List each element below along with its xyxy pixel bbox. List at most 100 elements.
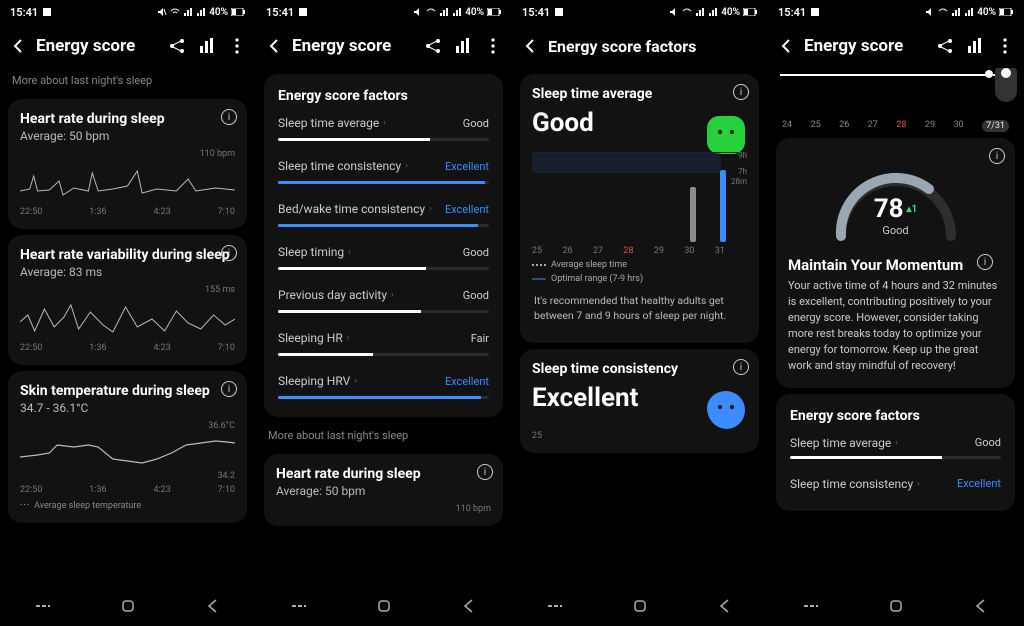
battery-pct: 40% xyxy=(721,7,740,18)
info-button[interactable]: i xyxy=(977,254,993,270)
temp-chart xyxy=(20,433,235,471)
content-scroll[interactable]: 100 242526272829307/31 i 78▴1 Good Maint… xyxy=(768,68,1023,590)
date-tick[interactable]: 29 xyxy=(925,120,935,132)
factor-rating: Excellent xyxy=(957,477,1001,490)
info-button[interactable]: i xyxy=(221,245,237,261)
back-button[interactable] xyxy=(260,36,290,56)
chevron-left-icon xyxy=(265,36,285,56)
date-tick[interactable]: 7/31 xyxy=(982,120,1009,132)
battery-pct: 40% xyxy=(209,7,228,18)
info-button[interactable]: i xyxy=(733,84,749,100)
nav-home[interactable] xyxy=(887,597,905,619)
status-bar: 15:41 40% xyxy=(256,0,511,24)
nav-back[interactable] xyxy=(460,597,478,619)
y-label-7h: 7h xyxy=(738,167,747,176)
date-tick[interactable]: 27 xyxy=(868,120,878,132)
bars-icon xyxy=(965,36,985,56)
signal-icon xyxy=(439,7,449,17)
phone-1: 15:41 40% Energy score More about last n… xyxy=(0,0,256,626)
content-scroll[interactable]: More about last night's sleep Heart rate… xyxy=(0,68,255,590)
factor-row[interactable]: Sleep time average›Good xyxy=(264,108,503,151)
more-button[interactable] xyxy=(227,36,247,56)
factor-row[interactable]: Sleeping HRV›Excellent xyxy=(264,366,503,409)
factor-row[interactable]: Bed/wake time consistency›Excellent xyxy=(264,194,503,237)
nav-recent[interactable] xyxy=(546,597,564,619)
factor-row[interactable]: Sleep timing›Good xyxy=(264,237,503,280)
page-title: Energy score factors xyxy=(548,37,759,56)
score-timeline[interactable]: 100 xyxy=(768,74,1023,114)
more-button[interactable] xyxy=(483,36,503,56)
back-button[interactable] xyxy=(4,36,34,56)
stats-button[interactable] xyxy=(453,36,473,56)
stats-button[interactable] xyxy=(197,36,217,56)
date-tick[interactable]: 28 xyxy=(896,120,906,132)
content-scroll[interactable]: Energy score factors Sleep time average›… xyxy=(256,68,511,590)
back-button[interactable] xyxy=(516,36,546,56)
app-header: Energy score xyxy=(0,24,255,68)
factors-card: Energy score factors Sleep time average›… xyxy=(264,74,503,417)
nav-recent[interactable] xyxy=(802,597,820,619)
factor-row[interactable]: Sleep time consistency›Excellent xyxy=(776,469,1015,501)
signal-icon-2 xyxy=(196,7,206,17)
more-button[interactable] xyxy=(995,36,1015,56)
nav-back[interactable] xyxy=(204,597,222,619)
info-button[interactable]: i xyxy=(477,464,493,480)
nav-back[interactable] xyxy=(972,597,990,619)
app-header: Energy score xyxy=(768,24,1023,68)
score-label: Good xyxy=(821,224,971,237)
battery-icon xyxy=(999,8,1013,16)
back-button[interactable] xyxy=(772,36,802,56)
date-tick[interactable]: 25 xyxy=(811,120,821,132)
factor-name: Sleeping HRV xyxy=(278,374,350,388)
share-icon xyxy=(935,36,955,56)
x-axis: 25262728293031 xyxy=(532,246,747,256)
card-hr-sleep[interactable]: Heart rate during sleep Average: 50 bpm … xyxy=(264,454,503,526)
factor-row[interactable]: Sleep time consistency›Excellent xyxy=(264,151,503,194)
factor-row[interactable]: Sleep time average›Good xyxy=(776,428,1015,469)
card-skin-temp[interactable]: Skin temperature during sleep 34.7 - 36.… xyxy=(8,371,247,523)
factor-rating: Good xyxy=(975,436,1001,449)
factor-row[interactable]: Sleeping HR›Fair xyxy=(264,323,503,366)
bars-icon xyxy=(453,36,473,56)
date-tick[interactable]: 30 xyxy=(953,120,963,132)
share-button[interactable] xyxy=(423,36,443,56)
battery-icon xyxy=(487,8,501,16)
sleep-bar-chart: 9h 7h 28m xyxy=(532,152,747,242)
card-title: Skin temperature during sleep xyxy=(20,383,235,399)
nav-recent[interactable] xyxy=(290,597,308,619)
share-button[interactable] xyxy=(935,36,955,56)
legend-avg-temp: Average sleep temperature xyxy=(20,501,235,511)
status-bar: 15:41 40% xyxy=(0,0,255,24)
page-title: Energy score xyxy=(36,36,165,56)
factor-bar xyxy=(278,181,489,184)
hr-chart xyxy=(20,161,235,203)
phone-2: 15:41 40% Energy score Energy score fact… xyxy=(256,0,512,626)
section-label: More about last night's sleep xyxy=(0,68,255,93)
card-hrv-sleep[interactable]: Heart rate variability during sleep Aver… xyxy=(8,235,247,365)
nav-home[interactable] xyxy=(631,597,649,619)
mute-icon xyxy=(925,7,935,17)
info-button[interactable]: i xyxy=(221,381,237,397)
android-navbar xyxy=(768,590,1023,626)
wifi-icon xyxy=(938,7,948,17)
nav-home[interactable] xyxy=(119,597,137,619)
nav-back[interactable] xyxy=(716,597,734,619)
card-sleep-consistency: Sleep time consistency i Excellent 25 xyxy=(520,349,759,453)
nav-home[interactable] xyxy=(375,597,393,619)
info-button[interactable]: i xyxy=(221,109,237,125)
factor-name: Sleep time average xyxy=(790,436,891,450)
card-hr-sleep[interactable]: Heart rate during sleep Average: 50 bpm … xyxy=(8,99,247,229)
info-button[interactable]: i xyxy=(989,148,1005,164)
stats-button[interactable] xyxy=(965,36,985,56)
factor-row[interactable]: Previous day activity›Good xyxy=(264,280,503,323)
date-tick[interactable]: 26 xyxy=(839,120,849,132)
share-button[interactable] xyxy=(167,36,187,56)
signal-icon-2 xyxy=(964,7,974,17)
nav-recent[interactable] xyxy=(34,597,52,619)
factor-rating: Good xyxy=(463,289,489,302)
content-scroll[interactable]: Sleep time average i Good 9h 7h 28m 2526… xyxy=(512,68,767,590)
date-tick[interactable]: 24 xyxy=(782,120,792,132)
share-icon xyxy=(167,36,187,56)
factor-name: Sleeping HR xyxy=(278,331,343,345)
timeline-knob[interactable] xyxy=(995,68,1017,102)
